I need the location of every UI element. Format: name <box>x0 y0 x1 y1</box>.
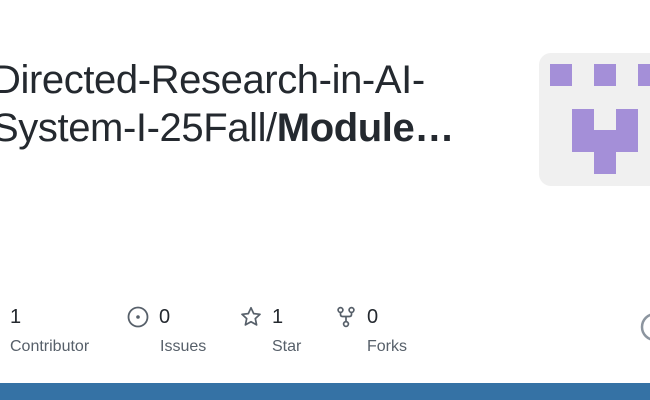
repo-title-module: Module… <box>276 106 455 150</box>
repo-title[interactable]: Directed-Research-in-AI- System-I-25Fall… <box>0 56 482 152</box>
identicon-block <box>638 64 650 86</box>
stat-contributors[interactable]: 1 Contributor <box>10 303 89 356</box>
stars-label: Star <box>272 338 302 355</box>
identicon-block <box>550 64 572 86</box>
repo-stats: 1 Contributor 0 Issues 1 Star 0 Forks <box>0 303 650 363</box>
stars-count: 1 <box>272 305 284 328</box>
owner-avatar[interactable] <box>539 53 650 186</box>
identicon-block <box>572 130 638 152</box>
issues-count: 0 <box>159 305 171 328</box>
repo-forked-icon <box>335 306 357 328</box>
issues-label: Issues <box>160 338 207 355</box>
identicon-image <box>550 64 650 174</box>
language-bar <box>0 383 650 400</box>
issue-opened-icon <box>127 306 149 328</box>
repo-social-card: Directed-Research-in-AI- System-I-25Fall… <box>0 0 650 400</box>
stat-issues[interactable]: 0 Issues <box>127 303 206 356</box>
repo-title-line-2: System-I-25Fall/Module… <box>0 104 482 152</box>
stat-stars[interactable]: 1 Star <box>240 303 301 356</box>
repo-title-prefix: System-I-25Fall/ <box>0 106 277 150</box>
forks-label: Forks <box>367 338 407 355</box>
github-logo-icon <box>640 312 650 342</box>
identicon-block <box>594 64 616 86</box>
stat-forks[interactable]: 0 Forks <box>335 303 407 356</box>
repo-title-line-1: Directed-Research-in-AI- <box>0 58 425 102</box>
contributors-label: Contributor <box>10 338 90 355</box>
contributors-count: 1 <box>10 305 22 328</box>
forks-count: 0 <box>367 305 379 328</box>
star-icon <box>240 306 262 328</box>
